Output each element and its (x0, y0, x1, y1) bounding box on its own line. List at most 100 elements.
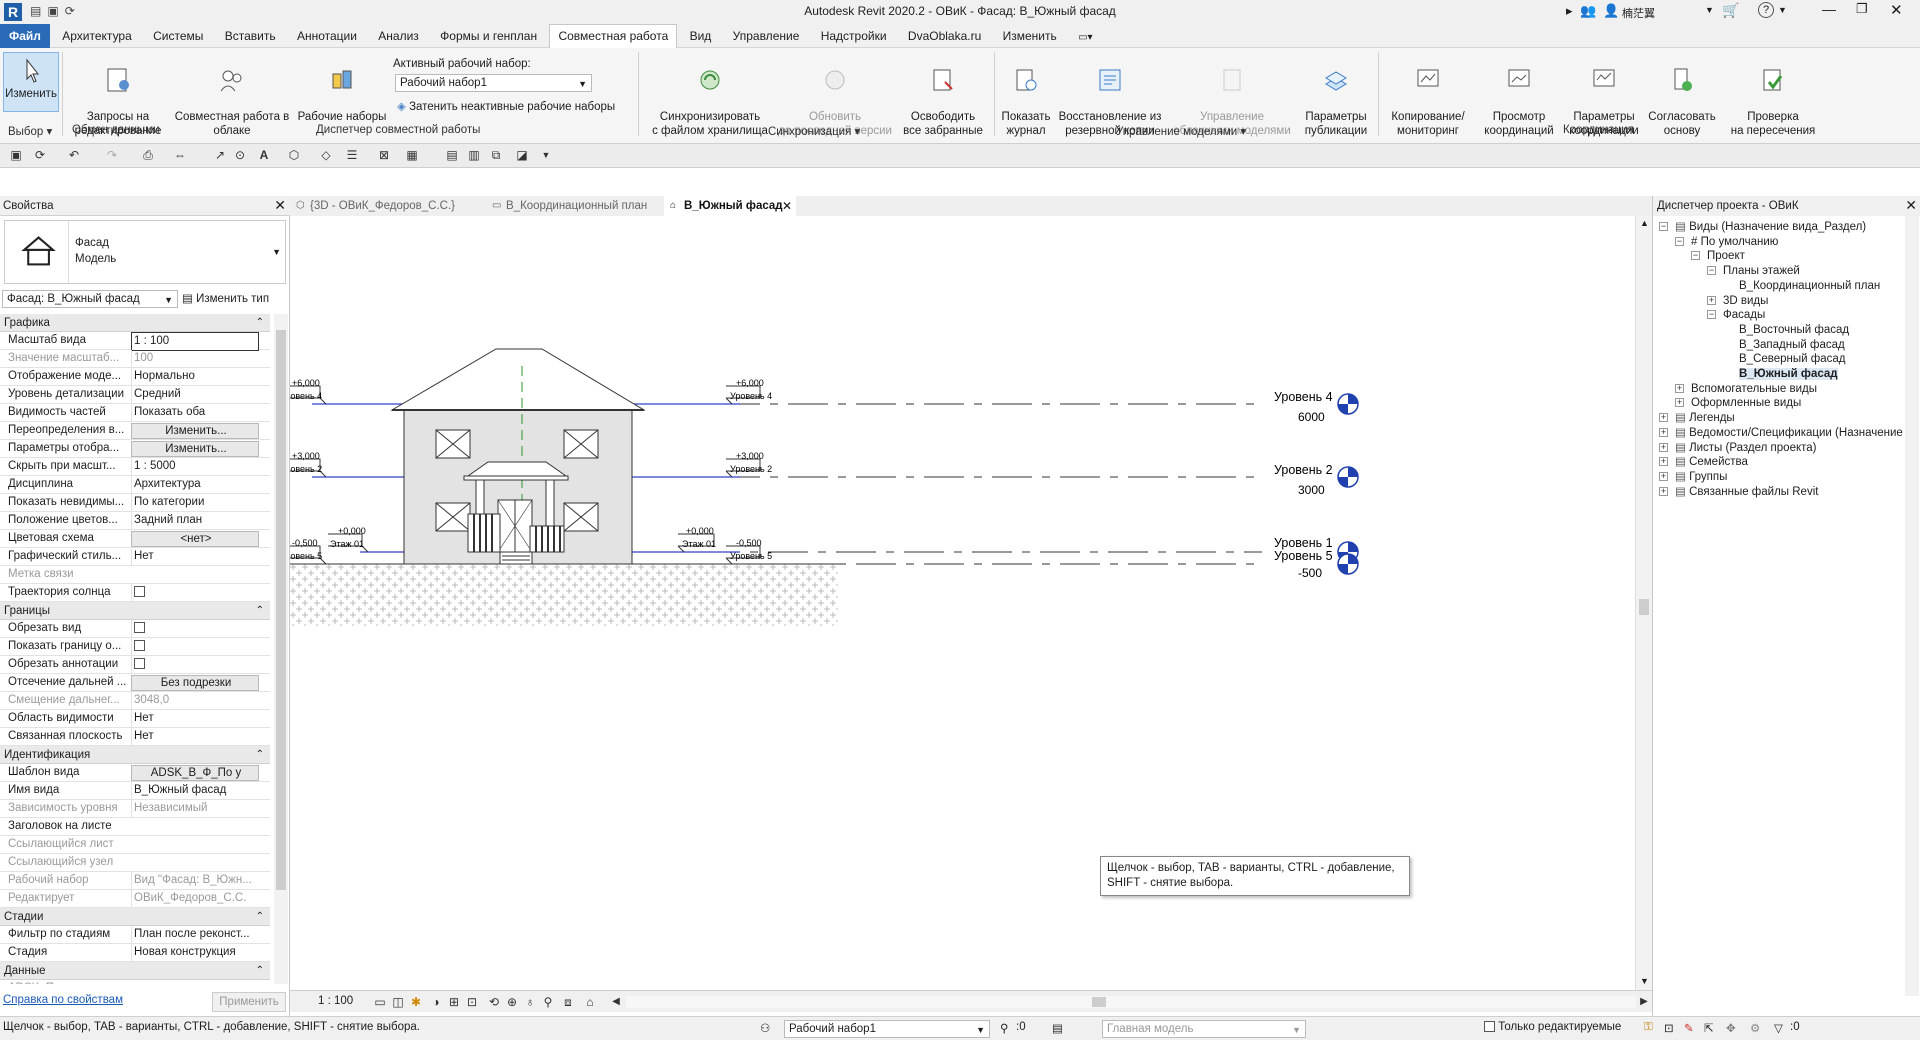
property-checkbox[interactable] (131, 620, 259, 637)
collapse-icon[interactable]: ⌃ (256, 602, 264, 620)
close-icon[interactable]: ✕ (274, 197, 286, 214)
interference-check-button[interactable]: Проверка на пересечения (1720, 52, 1826, 138)
checkbox[interactable] (134, 586, 145, 598)
tab-analyze[interactable]: Анализ (369, 24, 428, 48)
shadows-icon[interactable]: ◑ (428, 994, 444, 1010)
property-value[interactable]: В_Южный фасад (131, 782, 259, 799)
tab-3d-view[interactable]: ⬡ {3D - ОВиК_Федоров_С.С.} (290, 196, 480, 216)
tab-south-elevation[interactable]: ⌂ В_Южный фасад ✕ (664, 196, 796, 216)
collapse-icon[interactable]: ⌃ (256, 314, 264, 332)
measure-icon[interactable]: ⇔ (172, 147, 188, 163)
instance-selector[interactable]: Фасад: В_Южный фасад ▼ (2, 290, 178, 308)
coordination-review-button[interactable]: Просмотр координаций (1474, 52, 1564, 138)
section-icon[interactable]: ◇ (318, 147, 334, 163)
collapse-icon[interactable]: ⌃ (256, 962, 264, 980)
property-group-phasing[interactable]: Стадии ⌃ (0, 908, 270, 926)
save-icon[interactable]: ▣ (8, 147, 24, 163)
tab-architecture[interactable]: Архитектура (53, 24, 141, 48)
thin-lines-icon[interactable]: ☰ (344, 147, 360, 163)
user-dropdown-icon[interactable]: ▼ (1705, 5, 1714, 15)
sync-central-button[interactable]: Синхронизировать с файлом хранилища (646, 52, 774, 138)
scroll-thumb[interactable] (1639, 599, 1649, 615)
tab-addins[interactable]: Надстройки (812, 24, 896, 48)
editable-count-icon[interactable]: ⚲ (1000, 1021, 1008, 1035)
tab-manage[interactable]: Управление (724, 24, 809, 48)
scroll-thumb[interactable] (1092, 997, 1106, 1007)
filter-icon[interactable]: ▽ (1774, 1021, 1783, 1035)
relinquish-all-button[interactable]: Освободить все забранные (896, 52, 990, 138)
dimension-icon[interactable]: ↗ (212, 147, 228, 163)
horizontal-scrollbar[interactable] (626, 996, 1636, 1008)
properties-help-link[interactable]: Справка по свойствам (3, 994, 123, 1006)
manage-models-panel-label[interactable]: Управление моделями ▾ (1116, 124, 1246, 138)
customize-icon[interactable]: ▼ (538, 147, 554, 163)
browser-item[interactable]: ▤ Связанные файлы Revit (1675, 483, 1818, 501)
scroll-down-icon[interactable]: ▼ (1640, 976, 1649, 986)
tab-dvaoblaka[interactable]: DvaOblaka.ru (899, 24, 990, 48)
type-selector[interactable]: Фасад Модель ▼ (4, 220, 286, 284)
house-elevation[interactable] (390, 348, 646, 565)
edit-type-button[interactable]: ▤ Изменить тип (182, 290, 286, 308)
property-group-data[interactable]: Данные ⌃ (0, 962, 270, 980)
checkbox[interactable] (134, 640, 145, 652)
close-hidden-icon[interactable]: ⊠ (376, 147, 392, 163)
close-icon[interactable]: ✕ (1905, 197, 1917, 214)
property-checkbox[interactable] (131, 656, 259, 673)
property-value[interactable]: Показать оба (131, 404, 259, 421)
reveal-hidden-icon[interactable]: ⊕ (504, 994, 520, 1010)
property-group-identity[interactable]: Идентификация ⌃ (0, 746, 270, 764)
property-value[interactable]: Нет (131, 728, 259, 745)
publish-settings-button[interactable]: Параметры публикации (1298, 52, 1374, 138)
scroll-up-icon[interactable]: ▲ (1640, 218, 1649, 228)
apply-button[interactable]: Применить (212, 992, 286, 1012)
text-icon[interactable]: A (256, 147, 272, 163)
property-checkbox[interactable] (131, 638, 259, 655)
property-value[interactable]: Нормально (131, 368, 259, 385)
window-icon[interactable]: ▥ (466, 147, 482, 163)
collapse-icon[interactable]: − (1707, 310, 1716, 320)
modify-button[interactable]: Изменить (3, 52, 59, 112)
property-value[interactable]: Задний план (131, 512, 259, 529)
worksharing-display-icon[interactable]: ⌂ (582, 994, 598, 1010)
property-value[interactable]: План после реконст... (131, 926, 259, 943)
collapse-icon[interactable]: ⌃ (256, 746, 264, 764)
sync-icon[interactable]: ⟳ (32, 147, 48, 163)
expand-icon[interactable]: + (1659, 457, 1668, 467)
property-group-extents[interactable]: Границы ⌃ (0, 602, 270, 620)
view-scale[interactable]: 1 : 100 (318, 995, 353, 1007)
close-icon[interactable]: ✕ (782, 196, 792, 216)
level-tag-right[interactable]: +3,000 Уровень 2 (725, 451, 772, 478)
reconcile-hosting-button[interactable]: Согласовать основу (1644, 52, 1720, 138)
property-button[interactable]: ADSK_В_Ф_По у (131, 765, 259, 781)
temp-hide-icon[interactable]: ⟲ (486, 994, 502, 1010)
show-crop-icon[interactable]: ⊡ (464, 994, 480, 1010)
drawing-area[interactable]: +6,000 Уровень 4 +3,000 Уровень 2 +0,000 Эт… (290, 216, 1635, 990)
property-value[interactable]: Архитектура (131, 476, 259, 493)
editable-only-toggle[interactable]: Только редактируемые (1484, 1021, 1621, 1033)
minimize-button[interactable]: — (1822, 1, 1836, 17)
expand-icon[interactable]: + (1659, 486, 1668, 496)
switch-windows-icon[interactable]: ▦ (404, 147, 420, 163)
design-option-select[interactable]: Главная модель ▼ (1102, 1020, 1306, 1038)
expand-icon[interactable]: + (1659, 427, 1668, 437)
level-head-4[interactable]: Уровень 4 6000 (1274, 390, 1359, 424)
background-process-icon[interactable]: ⚙ (1750, 1021, 1760, 1035)
level-tag-left[interactable]: -0,500 Уровень 5 (290, 538, 327, 565)
tab-massing[interactable]: Формы и генплан (431, 24, 546, 48)
level-head-2[interactable]: Уровень 2 3000 (1274, 463, 1359, 497)
level-tag-left[interactable]: +3,000 Уровень 2 (290, 451, 327, 478)
level-head-5[interactable]: Уровень 5 -500 (1274, 549, 1359, 580)
level-tag-right[interactable]: -0,500 Уровень 5 (725, 538, 772, 565)
select-by-face-icon[interactable]: ⇱ (1704, 1021, 1714, 1035)
property-value[interactable]: Нет (131, 548, 259, 565)
tab-collaborate[interactable]: Совместная работа (549, 24, 678, 49)
scroll-thumb[interactable] (276, 330, 286, 890)
undo-icon[interactable]: ↶ (66, 147, 82, 163)
tab-systems[interactable]: Системы (144, 24, 212, 48)
select-panel-label[interactable]: Выбор ▾ (8, 124, 52, 138)
drag-elements-icon[interactable]: ✥ (1726, 1021, 1736, 1035)
restore-button[interactable]: ❐ (1856, 1, 1868, 17)
properties-scrollbar[interactable] (274, 314, 288, 984)
select-underlay-icon[interactable]: ⊡ (1664, 1021, 1674, 1035)
level-tag-right[interactable]: +0,000 Этаж 01 (677, 526, 716, 553)
